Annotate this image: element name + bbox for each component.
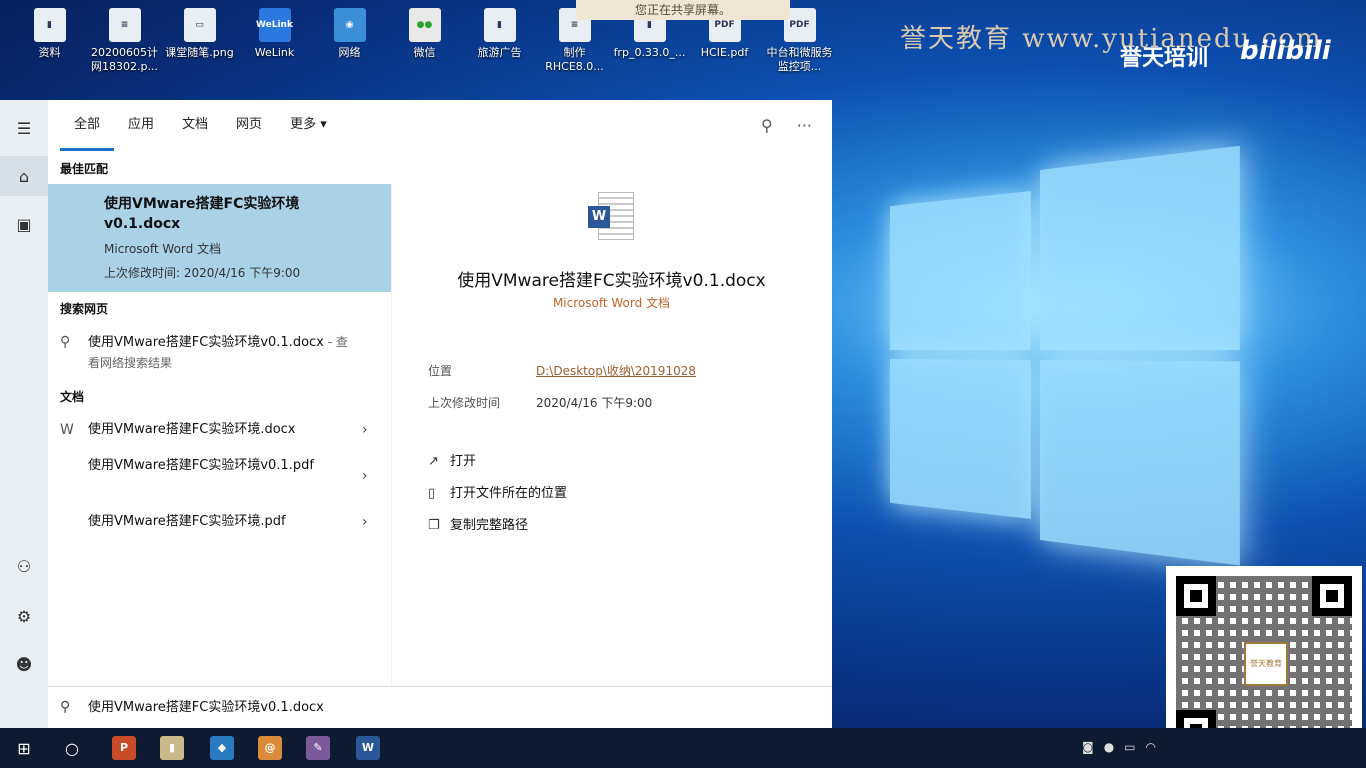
taskbar: ⊞ ○ P ▮ ◆ @ ✎ W ◙ ● ▭ ◠	[0, 728, 1366, 768]
tab-apps[interactable]: 应用	[114, 114, 168, 148]
word-doc-icon: W	[60, 422, 74, 438]
document-name: 使用VMware搭建FC实验环境.pdf	[88, 514, 286, 529]
desktop-icon-doc-20200605[interactable]: ≡ 20200605计网18302.p...	[87, 8, 162, 90]
section-documents: 文档	[60, 390, 85, 404]
desktop-icon-network[interactable]: ◉ 网络	[312, 8, 387, 90]
qr-code: 誉天教育	[1166, 566, 1362, 728]
folder-zip-icon: ▮	[33, 8, 66, 42]
wechat-icon: ●●	[408, 8, 441, 42]
word-app-icon[interactable]: W	[356, 736, 380, 760]
search-tabs: 全部 应用 文档 网页 更多 ▾	[60, 114, 341, 151]
open-icon: ↗	[428, 454, 439, 469]
action-open[interactable]: ↗ 打开	[428, 450, 476, 469]
feedback-icon[interactable]: ☻	[0, 644, 48, 684]
location-label: 位置	[428, 364, 453, 378]
system-tray: ◙ ● ▭ ◠	[1082, 740, 1156, 754]
paint-app-icon[interactable]: ✎	[306, 736, 330, 760]
chevron-right-icon[interactable]: ›	[362, 468, 368, 484]
start-menu-rail: ☰ ⌂ ▣ ⚇ ⚙ ☻	[0, 100, 48, 728]
detail-type: Microsoft Word 文档	[552, 296, 671, 310]
best-match-modified: 上次修改时间: 2020/4/16 下午9:00	[104, 266, 301, 280]
best-match-type: Microsoft Word 文档	[104, 242, 222, 256]
desktop-icon-lvyou[interactable]: ▮ 旅游广告	[462, 8, 537, 90]
search-icon: ⚲	[60, 334, 71, 350]
bilibili-logo: bilibili	[1240, 36, 1331, 66]
section-best-match: 最佳匹配	[60, 162, 109, 176]
web-result-text: 使用VMware搭建FC实验环境v0.1.docx	[88, 335, 324, 350]
tab-all[interactable]: 全部	[60, 114, 115, 151]
more-options-icon[interactable]: ···	[797, 116, 812, 135]
search-input[interactable]	[86, 697, 690, 714]
cortana-circle-icon[interactable]: ○	[48, 728, 96, 768]
tray-battery-icon[interactable]: ▭	[1124, 740, 1135, 754]
settings-gear-icon[interactable]: ⚙	[0, 596, 48, 636]
location-link[interactable]: D:\Desktop\收纳\20191028	[536, 362, 696, 379]
powerpoint-icon[interactable]: P	[112, 736, 136, 760]
web-search-result[interactable]: ⚲ 使用VMware搭建FC实验环境v0.1.docx - 查看网络搜索结果	[48, 332, 391, 376]
document-result-1[interactable]: W 使用VMware搭建FC实验环境.docx ›	[48, 420, 391, 444]
tab-documents[interactable]: 文档	[168, 114, 222, 148]
windows-logo-wallpaper	[889, 145, 1240, 566]
modified-label: 上次修改时间	[428, 396, 501, 410]
desktop-icon-ketang[interactable]: ▭ 课堂随笔.png	[162, 8, 237, 90]
hamburger-menu-icon[interactable]: ☰	[0, 108, 48, 148]
screen-share-banner: 您正在共享屏幕。	[576, 0, 790, 20]
wifi-icon[interactable]: ◠	[1146, 740, 1156, 754]
windows-start-icon[interactable]: ⊞	[0, 728, 48, 768]
archive-app-icon[interactable]: ▮	[160, 736, 184, 760]
document-name: 使用VMware搭建FC实验环境.docx	[88, 422, 296, 437]
desktop-icon-hcie[interactable]: PDF HCIE.pdf	[687, 8, 762, 90]
document-name: 使用VMware搭建FC实验环境v0.1.pdf	[88, 458, 314, 473]
search-icon: ⚲	[60, 699, 71, 715]
word-document-icon: W	[588, 192, 634, 240]
folder-location-icon: ▯	[428, 486, 436, 501]
best-match-result[interactable]: 使用VMware搭建FC实验环境v0.1.docx Microsoft Word…	[48, 184, 391, 292]
tab-more[interactable]: 更多 ▾	[276, 114, 341, 148]
watermark-sub: 誉天培训	[1120, 46, 1209, 71]
modified-value: 2020/4/16 下午9:00	[536, 396, 653, 410]
tray-record-icon[interactable]: ●	[1104, 740, 1114, 754]
timeline-icon[interactable]: ▣	[0, 204, 48, 244]
desktop-icon-ziliao[interactable]: ▮ 资料	[12, 8, 87, 90]
document-result-2[interactable]: 使用VMware搭建FC实验环境v0.1.pdf ›	[48, 456, 391, 500]
snail-app-icon[interactable]: @	[258, 736, 282, 760]
chevron-right-icon[interactable]: ›	[362, 514, 368, 530]
search-box: ⚲	[48, 686, 832, 729]
feedback-person-icon[interactable]: ⚲	[761, 116, 773, 135]
panel-divider	[391, 184, 392, 714]
tab-web[interactable]: 网页	[222, 114, 276, 148]
action-open-location[interactable]: ▯ 打开文件所在的位置	[428, 482, 567, 501]
network-icon: ◉	[333, 8, 366, 42]
section-web: 搜索网页	[60, 302, 109, 316]
network-app-icon[interactable]: ◆	[210, 736, 234, 760]
desktop-icon-wechat[interactable]: ●● 微信	[387, 8, 462, 90]
desktop-icon-frp[interactable]: ▮ frp_0.33.0_...	[612, 8, 687, 90]
home-icon[interactable]: ⌂	[0, 156, 48, 196]
search-panel: 全部 应用 文档 网页 更多 ▾ ⚲ ··· 最佳匹配 使用VMware搭建FC…	[48, 100, 832, 729]
detail-title: 使用VMware搭建FC实验环境v0.1.docx	[457, 271, 766, 291]
add-user-icon[interactable]: ⚇	[0, 546, 48, 586]
document-icon: ≡	[108, 8, 141, 42]
desktop-icons: ▮ 资料 ≡ 20200605计网18302.p... ▭ 课堂随笔.png WeLi…	[12, 8, 837, 90]
desktop-icon-welink[interactable]: WeLink WeLink	[237, 8, 312, 90]
desktop-icon-zhongtai[interactable]: PDF 中台和微服务监控项...	[762, 8, 837, 90]
welink-icon: WeLink	[256, 8, 293, 42]
desktop-icon-rhce[interactable]: ≡ 制作RHCE8.0...	[537, 8, 612, 90]
copy-path-icon: ❐	[428, 518, 440, 533]
qr-logo: 誉天教育	[1244, 642, 1288, 686]
archive-icon: ▮	[483, 8, 516, 42]
action-copy-path[interactable]: ❐ 复制完整路径	[428, 514, 528, 533]
document-result-3[interactable]: 使用VMware搭建FC实验环境.pdf ›	[48, 512, 391, 536]
image-icon: ▭	[183, 8, 216, 42]
chevron-right-icon[interactable]: ›	[362, 422, 368, 438]
best-match-title: 使用VMware搭建FC实验环境v0.1.docx	[104, 196, 300, 232]
tray-app-icon[interactable]: ◙	[1082, 740, 1094, 754]
search-top-actions: ⚲ ···	[761, 116, 812, 135]
